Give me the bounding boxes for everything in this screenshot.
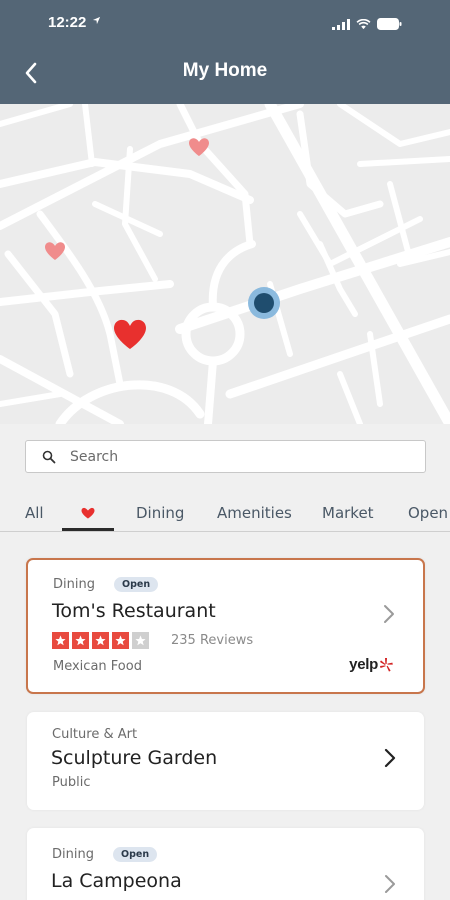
search-icon bbox=[42, 449, 56, 468]
listing-subtitle: Public bbox=[52, 775, 91, 790]
location-arrow-icon bbox=[92, 16, 101, 28]
listing-card[interactable]: Dining Open La Campeona bbox=[27, 828, 424, 900]
current-location-icon bbox=[248, 287, 280, 319]
status-time: 12:22 bbox=[48, 14, 87, 31]
page-title: My Home bbox=[182, 60, 268, 81]
chevron-right-icon bbox=[384, 874, 396, 898]
status-icons bbox=[332, 18, 402, 30]
tab-open[interactable]: Open bbox=[408, 504, 448, 522]
star-filled-icon bbox=[112, 632, 129, 649]
star-filled-icon bbox=[52, 632, 69, 649]
battery-icon bbox=[377, 18, 402, 30]
tab-amenities[interactable]: Amenities bbox=[217, 504, 292, 522]
listing-name: Sculpture Garden bbox=[51, 747, 218, 769]
tab-dining[interactable]: Dining bbox=[136, 504, 184, 522]
yelp-burst-icon bbox=[380, 657, 393, 672]
heart-icon bbox=[81, 507, 95, 519]
listing-card[interactable]: Dining Open Tom's Restaurant 235 Reviews… bbox=[26, 558, 425, 694]
listing-category: Dining bbox=[53, 577, 95, 592]
star-rating bbox=[52, 632, 149, 649]
tab-all[interactable]: All bbox=[25, 504, 44, 522]
top-bar: 12:22 My Home bbox=[0, 0, 450, 104]
yelp-wordmark: yelp bbox=[349, 656, 378, 673]
listing-subtitle: Mexican Food bbox=[53, 659, 142, 674]
tab-market[interactable]: Market bbox=[322, 504, 374, 522]
status-bar: 12:22 bbox=[0, 14, 450, 36]
search-bar[interactable] bbox=[25, 440, 426, 473]
listing-card[interactable]: Culture & Art Sculpture Garden Public bbox=[27, 712, 424, 810]
status-badge: Open bbox=[113, 847, 158, 862]
chevron-right-icon bbox=[384, 748, 396, 772]
review-count: 235 Reviews bbox=[171, 633, 254, 648]
search-input[interactable] bbox=[70, 442, 410, 471]
star-empty-icon bbox=[132, 632, 149, 649]
chevron-right-icon bbox=[383, 604, 395, 628]
listing-name: Tom's Restaurant bbox=[52, 600, 216, 622]
wifi-icon bbox=[356, 18, 371, 29]
star-filled-icon bbox=[72, 632, 89, 649]
status-badge: Open bbox=[114, 577, 159, 592]
star-filled-icon bbox=[92, 632, 109, 649]
yelp-logo: yelp bbox=[349, 656, 393, 673]
signal-icon bbox=[332, 18, 350, 30]
map-view[interactable] bbox=[0, 104, 450, 424]
category-tabs: All Dining Amenities Market Open bbox=[0, 496, 450, 532]
listing-name: La Campeona bbox=[51, 870, 182, 892]
listing-category: Dining bbox=[52, 847, 94, 862]
listing-category: Culture & Art bbox=[52, 727, 138, 742]
tab-favorites[interactable] bbox=[62, 496, 114, 531]
